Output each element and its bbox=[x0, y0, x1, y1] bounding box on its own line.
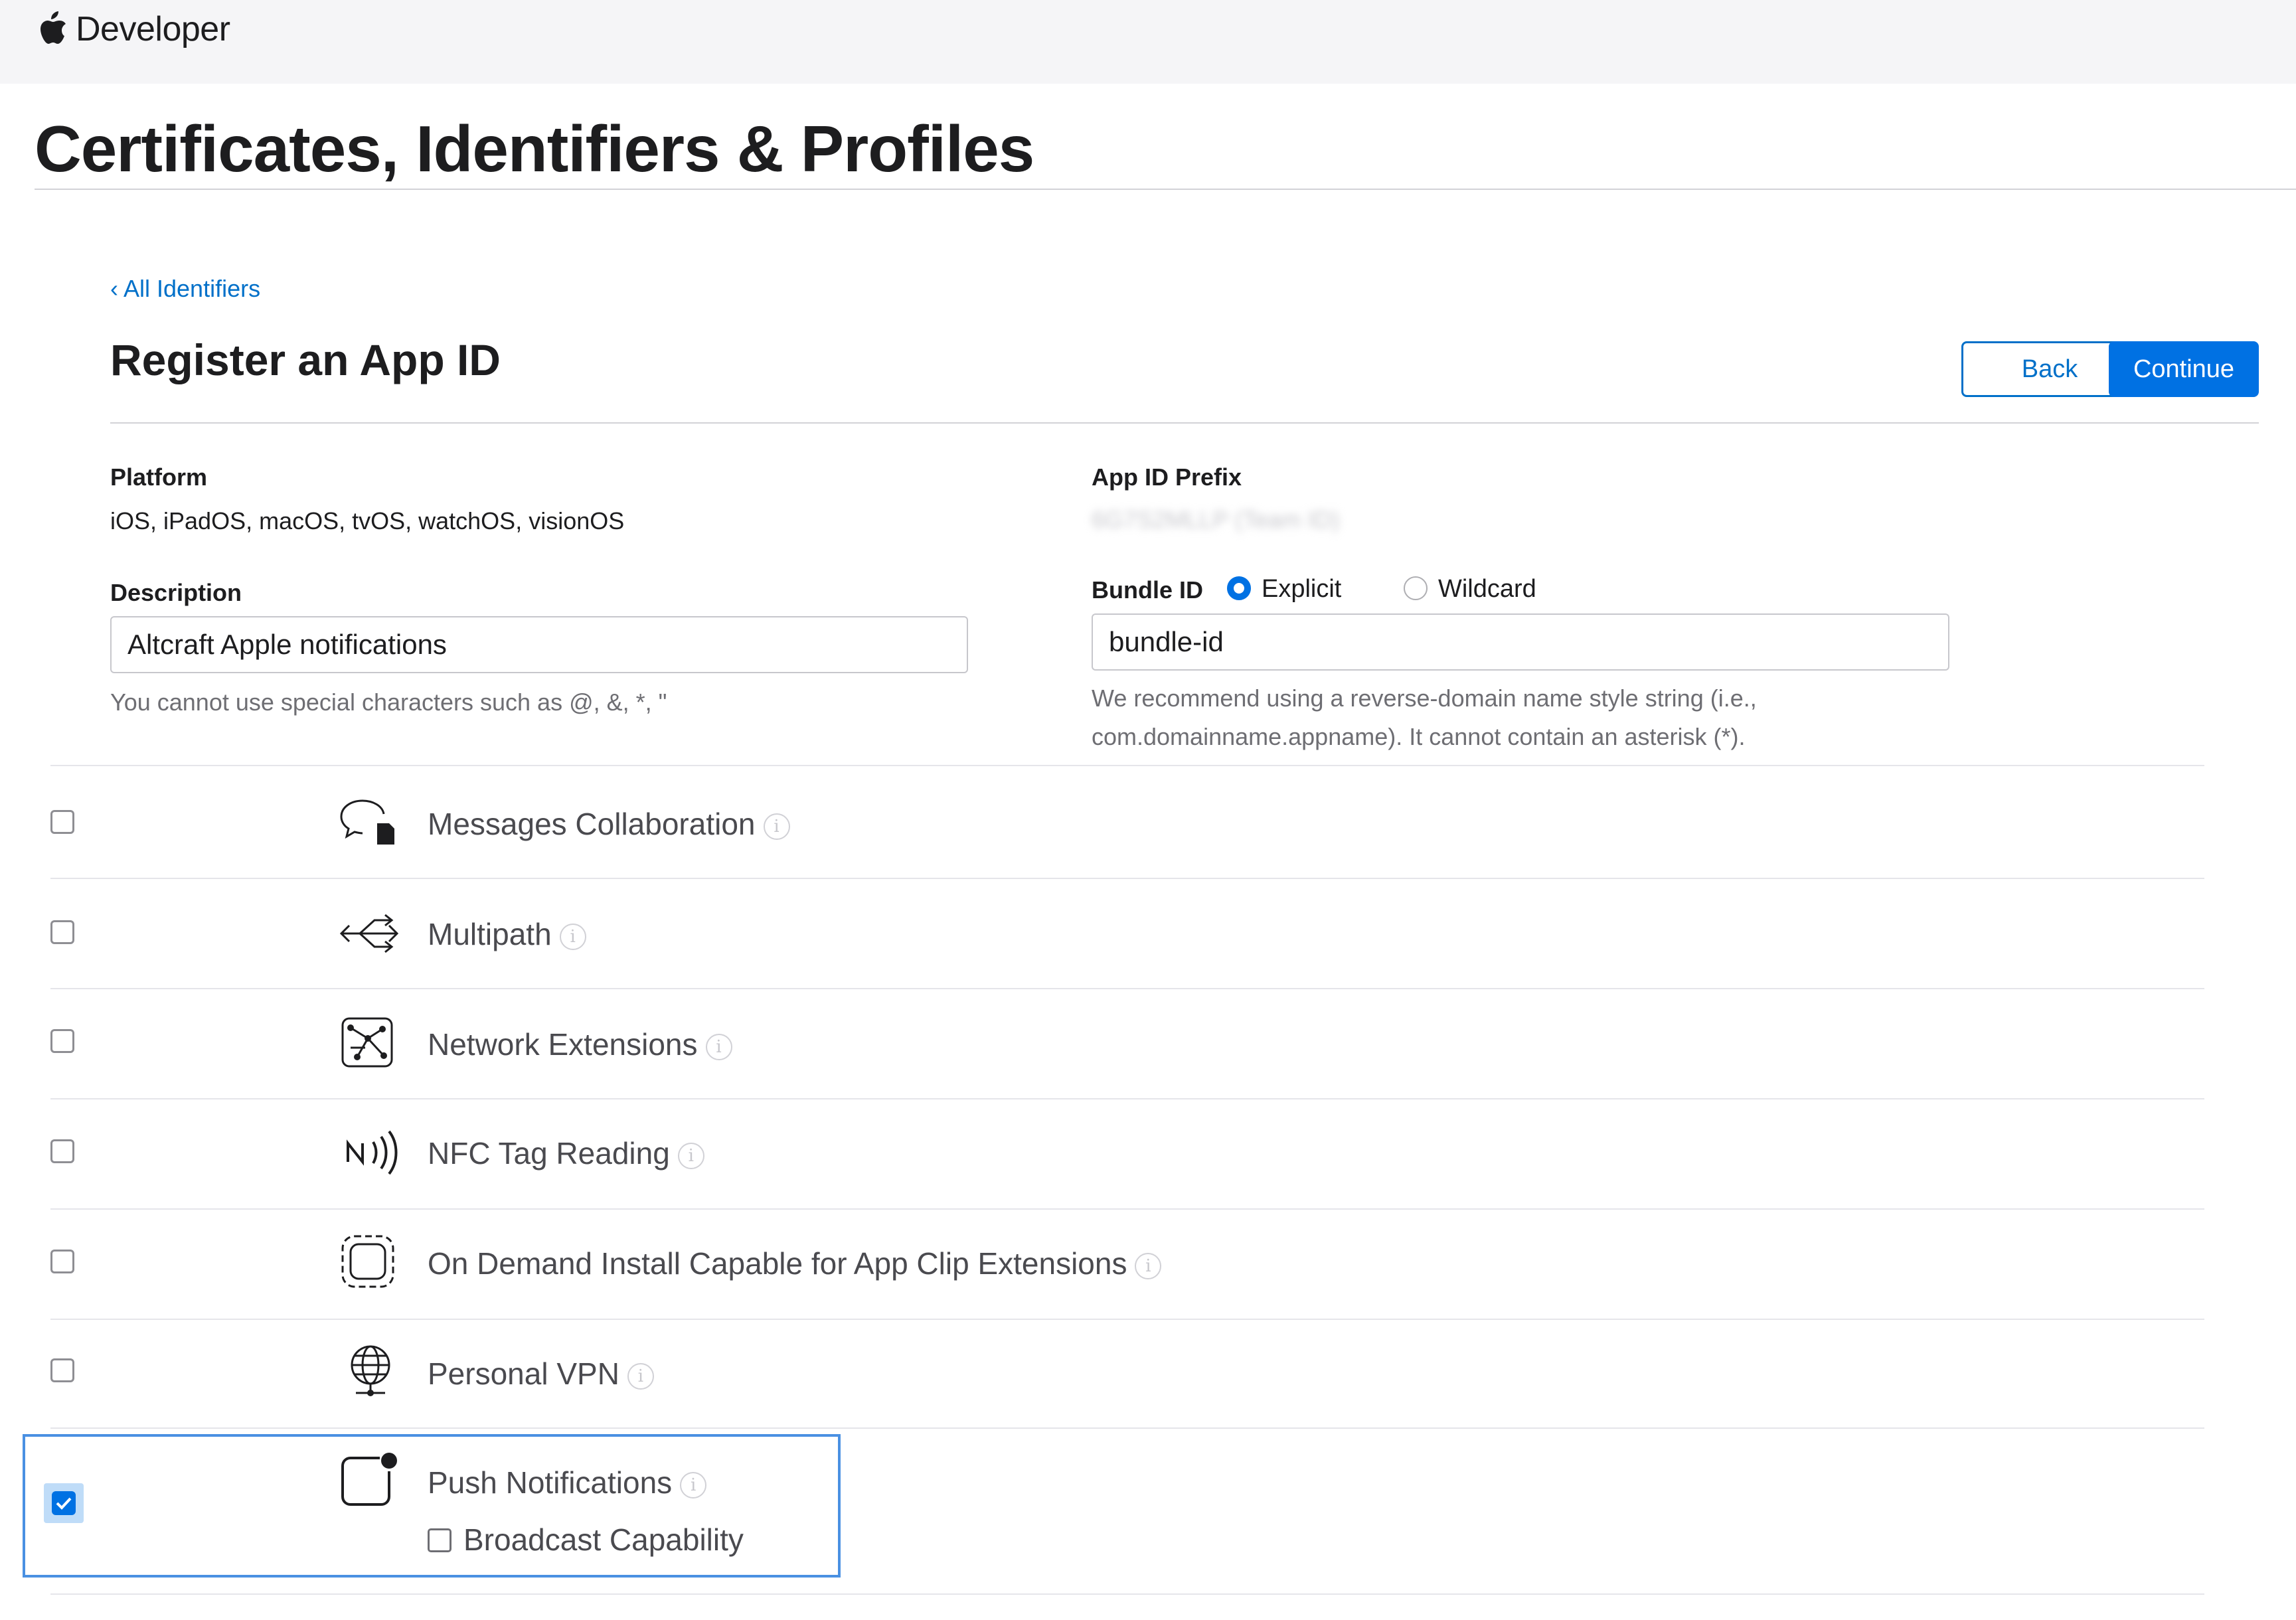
info-icon[interactable]: i bbox=[1135, 1252, 1162, 1279]
push-notifications-checkbox[interactable] bbox=[52, 1491, 76, 1515]
platform-value: iOS, iPadOS, macOS, tvOS, watchOS, visio… bbox=[110, 507, 625, 534]
wildcard-radio[interactable] bbox=[1404, 576, 1428, 600]
multipath-icon bbox=[336, 906, 402, 961]
messages-collaboration-icon bbox=[336, 794, 402, 850]
capability-row-label: Messages Collaboration i bbox=[428, 806, 790, 842]
all-identifiers-link[interactable]: ‹ All Identifiers bbox=[110, 275, 260, 303]
info-icon[interactable]: i bbox=[705, 1033, 732, 1060]
section-divider bbox=[110, 422, 2259, 424]
capability-row-label: Multipath i bbox=[428, 916, 586, 952]
row-divider bbox=[50, 765, 2204, 766]
description-input[interactable] bbox=[110, 616, 968, 673]
row-divider bbox=[50, 1319, 2204, 1320]
app-clip-icon bbox=[336, 1234, 402, 1289]
push-notifications-checkbox-focus bbox=[44, 1483, 84, 1523]
network-extensions-checkbox[interactable] bbox=[50, 1029, 74, 1053]
info-icon[interactable]: i bbox=[763, 813, 790, 840]
capability-row-label: NFC Tag Reading i bbox=[428, 1135, 704, 1171]
page-title: Certificates, Identifiers & Profiles bbox=[35, 112, 1034, 185]
apple-icon bbox=[41, 11, 66, 44]
info-icon[interactable]: i bbox=[680, 1471, 707, 1498]
bundle-id-hint-line1: We recommend using a reverse-domain name… bbox=[1092, 685, 1757, 712]
row-divider bbox=[50, 1098, 2204, 1099]
capability-row-label: Network Extensions i bbox=[428, 1026, 732, 1062]
platform-label: Platform bbox=[110, 463, 208, 491]
info-icon[interactable]: i bbox=[627, 1362, 654, 1390]
broadcast-capability-label: Broadcast Capability bbox=[463, 1522, 744, 1557]
broadcast-capability-checkbox[interactable] bbox=[428, 1528, 451, 1552]
top-navigation-bar: Developer bbox=[0, 0, 2296, 84]
push-notifications-icon bbox=[336, 1451, 402, 1507]
vpn-globe-icon bbox=[336, 1342, 402, 1398]
nfc-icon bbox=[336, 1125, 402, 1180]
row-divider bbox=[50, 1208, 2204, 1210]
network-extensions-icon bbox=[336, 1014, 402, 1070]
capability-row-label: On Demand Install Capable for App Clip E… bbox=[428, 1246, 1162, 1281]
capability-row-label: Personal VPN i bbox=[428, 1356, 654, 1392]
explicit-radio[interactable] bbox=[1227, 576, 1251, 600]
messages-collaboration-checkbox[interactable] bbox=[50, 810, 74, 834]
app-id-prefix-label: App ID Prefix bbox=[1092, 463, 1242, 491]
explicit-radio-label: Explicit bbox=[1262, 575, 1342, 603]
section-title: Register an App ID bbox=[110, 335, 501, 384]
description-label: Description bbox=[110, 579, 242, 606]
wildcard-radio-label: Wildcard bbox=[1438, 575, 1536, 603]
row-divider bbox=[50, 1593, 2204, 1595]
title-divider bbox=[35, 189, 2296, 190]
row-divider bbox=[50, 1427, 2204, 1429]
bundle-id-input[interactable] bbox=[1092, 613, 1949, 671]
checkmark-icon bbox=[56, 1497, 72, 1510]
row-divider bbox=[50, 988, 2204, 989]
developer-brand[interactable]: Developer bbox=[35, 9, 230, 49]
description-hint: You cannot use special characters such a… bbox=[110, 688, 667, 716]
brand-text: Developer bbox=[76, 10, 230, 48]
bundle-id-hint-line2: com.domainname.appname). It cannot conta… bbox=[1092, 723, 1746, 750]
continue-button[interactable]: Continue bbox=[2109, 341, 2259, 397]
multipath-checkbox[interactable] bbox=[50, 920, 74, 944]
bundle-id-label: Bundle ID bbox=[1092, 576, 1203, 604]
app-clip-checkbox[interactable] bbox=[50, 1250, 74, 1273]
row-divider bbox=[50, 878, 2204, 879]
info-icon[interactable]: i bbox=[559, 923, 586, 950]
app-id-prefix-value: 6G7S2MLLP (Team ID) bbox=[1092, 506, 1340, 533]
nfc-tag-reading-checkbox[interactable] bbox=[50, 1139, 74, 1163]
capability-row-label: Push Notifications i bbox=[428, 1465, 707, 1500]
personal-vpn-checkbox[interactable] bbox=[50, 1358, 74, 1382]
info-icon[interactable]: i bbox=[677, 1142, 704, 1169]
